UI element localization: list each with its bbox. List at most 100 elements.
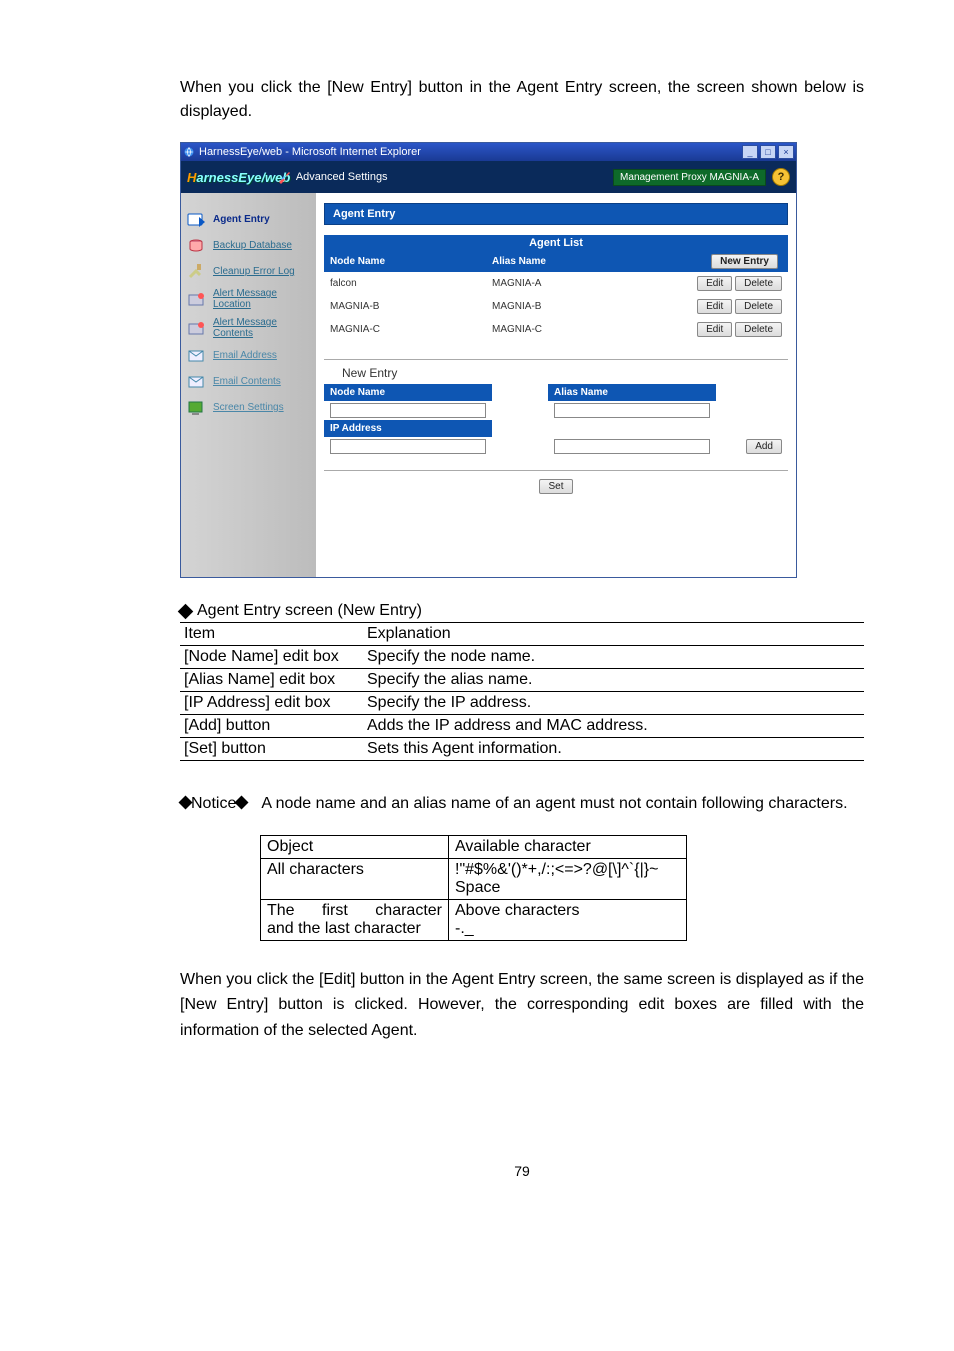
email-contents-icon bbox=[187, 373, 207, 391]
item-cell: [Node Name] edit box bbox=[180, 646, 363, 669]
col-item: Item bbox=[180, 623, 363, 646]
characters-table: Object Available character All character… bbox=[260, 835, 687, 941]
edit-button[interactable]: Edit bbox=[697, 322, 732, 337]
notice-block: Notice A node name and an alias name of … bbox=[180, 791, 864, 817]
edit-button[interactable]: Edit bbox=[697, 299, 732, 314]
brand-logo: HarnessEye/web bbox=[187, 170, 290, 185]
agent-entry-icon bbox=[187, 211, 207, 229]
advanced-settings-link[interactable]: Advanced Settings bbox=[276, 169, 388, 185]
avail-line: !"#$%&'()*+,/:;<=>?@[\]^`{|}~ bbox=[455, 861, 658, 878]
sidebar-item-label: Screen Settings bbox=[213, 403, 284, 414]
sidebar-item-email-contents[interactable]: Email Contents bbox=[181, 369, 316, 395]
item-cell: [Alias Name] edit box bbox=[180, 669, 363, 692]
form-label-node-name: Node Name bbox=[324, 384, 492, 401]
sidebar-item-backup-database[interactable]: Backup Database bbox=[181, 233, 316, 259]
maximize-button[interactable]: □ bbox=[760, 145, 776, 159]
notice-lede: Notice bbox=[191, 795, 236, 812]
avail-line: Above characters bbox=[455, 902, 580, 919]
agent-list-title: Agent List bbox=[324, 235, 788, 251]
help-icon[interactable]: ? bbox=[772, 168, 790, 186]
section-heading: Agent Entry screen (New Entry) bbox=[180, 602, 864, 620]
app-window: HarnessEye/web - Microsoft Internet Expl… bbox=[180, 142, 797, 578]
col-alias-name: Alias Name bbox=[486, 251, 642, 272]
avail-cell: !"#$%&'()*+,/:;<=>?@[\]^`{|}~ Space bbox=[449, 858, 687, 899]
expl-cell: Specify the node name. bbox=[363, 646, 864, 669]
sidebar-item-label: Backup Database bbox=[213, 241, 292, 252]
backup-icon bbox=[187, 237, 207, 255]
sidebar-item-label: Agent Entry bbox=[213, 215, 270, 226]
delete-button[interactable]: Delete bbox=[735, 276, 782, 291]
section-title-text: Agent Entry screen (New Entry) bbox=[197, 602, 422, 620]
cleanup-icon bbox=[187, 263, 207, 281]
diamond-icon bbox=[235, 795, 249, 809]
sidebar-item-cleanup-error-log[interactable]: Cleanup Error Log bbox=[181, 259, 316, 285]
new-entry-form: Node Name Alias Name IP Address bbox=[324, 384, 788, 456]
cell-node: MAGNIA-B bbox=[324, 295, 486, 318]
main-panel: Agent Entry Agent List Node Name Alias N… bbox=[316, 193, 796, 577]
explanation-table: Item Explanation [Node Name] edit boxSpe… bbox=[180, 622, 864, 761]
ip-secondary-input[interactable] bbox=[554, 439, 710, 454]
close-button[interactable]: × bbox=[778, 145, 794, 159]
obj-line: The first character bbox=[267, 902, 442, 920]
sidebar-item-label: Alert Message Location bbox=[213, 289, 310, 310]
tools-icon bbox=[276, 169, 292, 185]
notice-body: A node name and an alias name of an agen… bbox=[261, 791, 847, 817]
set-button[interactable]: Set bbox=[539, 479, 572, 494]
new-entry-button[interactable]: New Entry bbox=[711, 254, 778, 269]
window-title: HarnessEye/web - Microsoft Internet Expl… bbox=[199, 146, 421, 158]
sidebar-item-label: Cleanup Error Log bbox=[213, 267, 295, 278]
cell-alias: MAGNIA-C bbox=[486, 318, 642, 341]
obj-cell: The first character and the last charact… bbox=[261, 899, 449, 940]
delete-button[interactable]: Delete bbox=[735, 299, 782, 314]
table-row: MAGNIA-B MAGNIA-B Edit Delete bbox=[324, 295, 788, 318]
sidebar: Agent Entry Backup Database Cleanup Erro… bbox=[181, 193, 316, 577]
avail-cell: Above characters -._ bbox=[449, 899, 687, 940]
expl-cell: Specify the alias name. bbox=[363, 669, 864, 692]
sidebar-item-label: Email Contents bbox=[213, 377, 281, 388]
item-cell: [Set] button bbox=[180, 738, 363, 761]
tail-text: When you click the [Edit] button in the … bbox=[180, 967, 864, 1044]
col-available: Available character bbox=[449, 835, 687, 858]
col-object: Object bbox=[261, 835, 449, 858]
page-number: 79 bbox=[180, 1163, 864, 1179]
item-cell: [IP Address] edit box bbox=[180, 692, 363, 715]
window-titlebar: HarnessEye/web - Microsoft Internet Expl… bbox=[181, 143, 796, 161]
expl-cell: Adds the IP address and MAC address. bbox=[363, 715, 864, 738]
intro-text: When you click the [New Entry] button in… bbox=[180, 76, 864, 124]
edit-button[interactable]: Edit bbox=[697, 276, 732, 291]
ip-address-input[interactable] bbox=[330, 439, 486, 454]
cell-alias: MAGNIA-A bbox=[486, 272, 642, 295]
avail-line: -._ bbox=[455, 920, 474, 937]
cell-node: falcon bbox=[324, 272, 486, 295]
add-button[interactable]: Add bbox=[746, 439, 782, 454]
advanced-settings-label: Advanced Settings bbox=[296, 171, 388, 183]
form-label-ip-address: IP Address bbox=[324, 420, 492, 437]
divider bbox=[324, 470, 788, 471]
diamond-icon bbox=[178, 603, 194, 619]
sidebar-item-label: Email Address bbox=[213, 351, 277, 362]
table-row: MAGNIA-C MAGNIA-C Edit Delete bbox=[324, 318, 788, 341]
agent-list-table: Node Name Alias Name New Entry falcon MA… bbox=[324, 251, 788, 341]
node-name-input[interactable] bbox=[330, 403, 486, 418]
alias-name-input[interactable] bbox=[554, 403, 710, 418]
expl-cell: Sets this Agent information. bbox=[363, 738, 864, 761]
sidebar-item-screen-settings[interactable]: Screen Settings bbox=[181, 395, 316, 421]
ie-icon bbox=[183, 146, 195, 158]
expl-cell: Specify the IP address. bbox=[363, 692, 864, 715]
sidebar-item-label: Alert Message Contents bbox=[213, 318, 310, 339]
col-node-name: Node Name bbox=[324, 251, 486, 272]
minimize-button[interactable]: _ bbox=[742, 145, 758, 159]
screen-settings-icon bbox=[187, 399, 207, 417]
alert-cont-icon bbox=[187, 320, 207, 338]
new-entry-heading: New Entry bbox=[324, 359, 788, 384]
obj-line: and the last character bbox=[267, 920, 421, 937]
col-explanation: Explanation bbox=[363, 623, 864, 646]
delete-button[interactable]: Delete bbox=[735, 322, 782, 337]
sidebar-item-alert-message-contents[interactable]: Alert Message Contents bbox=[181, 314, 316, 343]
sidebar-item-email-address[interactable]: Email Address bbox=[181, 343, 316, 369]
brand-prefix: H bbox=[187, 170, 196, 185]
alert-loc-icon bbox=[187, 291, 207, 309]
sidebar-item-alert-message-location[interactable]: Alert Message Location bbox=[181, 285, 316, 314]
sidebar-item-agent-entry[interactable]: Agent Entry bbox=[181, 207, 316, 233]
obj-cell: All characters bbox=[261, 858, 449, 899]
